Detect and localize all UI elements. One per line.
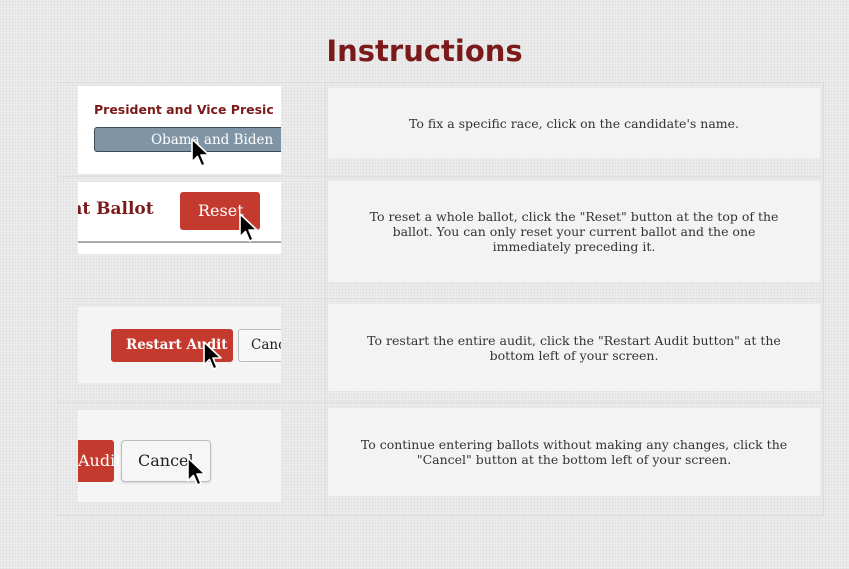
instruction-text: To fix a specific race, click on the can… bbox=[328, 88, 820, 158]
row-divider bbox=[57, 402, 822, 403]
instruction-text: To reset a whole ballot, click the "Rese… bbox=[328, 181, 820, 282]
row-divider bbox=[57, 298, 822, 299]
instruction-text: To continue entering ballots without mak… bbox=[328, 408, 820, 496]
cancel-example-image: Audit Cancel bbox=[78, 410, 281, 502]
mouse-pointer-icon bbox=[191, 138, 210, 167]
mouse-pointer-icon bbox=[187, 457, 206, 486]
reset-example-image: nt Ballot Reset bbox=[78, 182, 281, 254]
candidate-example-image: President and Vice Presic Obama and Bide… bbox=[78, 86, 281, 174]
mouse-pointer-icon bbox=[239, 213, 258, 242]
audit-button: Audit bbox=[78, 440, 122, 482]
candidate-button: Obama and Biden bbox=[94, 127, 281, 152]
restart-audit-example-image: Restart Audit Cancel bbox=[78, 307, 281, 383]
cancel-button: Cancel bbox=[238, 329, 281, 362]
race-title: President and Vice Presic bbox=[94, 102, 274, 117]
mouse-pointer-icon bbox=[203, 341, 222, 370]
row-divider bbox=[57, 176, 822, 177]
ballot-title: nt Ballot bbox=[78, 199, 154, 219]
instruction-text: To restart the entire audit, click the "… bbox=[328, 304, 820, 391]
page-title: Instructions bbox=[326, 34, 523, 68]
